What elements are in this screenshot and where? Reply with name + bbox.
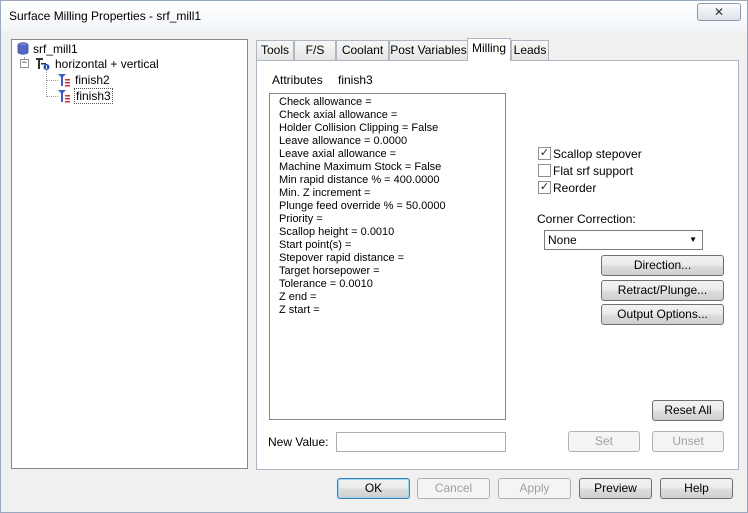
tree-item-finish3[interactable]: finish3 <box>57 87 113 104</box>
tree-group-label: horizontal + vertical <box>55 56 159 71</box>
operation-tree[interactable]: srf_mill1 − horizontal + vertical finish… <box>11 39 248 469</box>
attribute-line[interactable]: Z start = <box>279 304 505 317</box>
apply-button[interactable]: Apply <box>498 478 571 499</box>
checkbox-label: Scallop stepover <box>553 147 642 161</box>
tree-connector <box>46 70 47 97</box>
surface-mill-operation-icon <box>58 73 70 87</box>
new-value-input[interactable] <box>336 432 506 452</box>
unset-button[interactable]: Unset <box>652 431 724 452</box>
window-title: Surface Milling Properties - srf_mill1 <box>9 9 202 23</box>
attribute-line[interactable]: Plunge feed override % = 50.0000 <box>279 200 505 213</box>
checkmark-icon[interactable]: ✓ <box>538 181 551 195</box>
tree-item-finish2[interactable]: finish2 <box>57 71 110 87</box>
tree-finish3-label: finish3 <box>74 87 113 104</box>
attribute-line[interactable]: Holder Collision Clipping = False <box>279 122 505 135</box>
tab-tools[interactable]: Tools <box>256 40 294 60</box>
attribute-line[interactable]: Check allowance = <box>279 96 505 109</box>
attribute-line[interactable]: Priority = <box>279 213 505 226</box>
corner-correction-select[interactable]: None ▼ <box>544 230 703 250</box>
tab-leads[interactable]: Leads <box>511 40 549 60</box>
direction-button[interactable]: Direction... <box>601 255 724 276</box>
operation-group-icon <box>36 57 50 70</box>
attribute-line[interactable]: Tolerance = 0.0010 <box>279 278 505 291</box>
surface-mill-operation-icon <box>58 89 70 103</box>
attribute-line[interactable]: Stepover rapid distance = <box>279 252 505 265</box>
properties-window: Surface Milling Properties - srf_mill1 ✕… <box>0 0 748 513</box>
attribute-line[interactable]: Min. Z increment = <box>279 187 505 200</box>
checkbox-label: Reorder <box>553 181 597 195</box>
attribute-line[interactable]: Leave allowance = 0.0000 <box>279 135 505 148</box>
set-button[interactable]: Set <box>568 431 640 452</box>
tab-milling[interactable]: Milling <box>467 38 511 61</box>
tree-finish2-label: finish2 <box>75 72 110 87</box>
attribute-line[interactable]: Target horsepower = <box>279 265 505 278</box>
chevron-down-icon: ▼ <box>689 235 697 244</box>
corner-correction-label: Corner Correction: <box>537 212 636 226</box>
scallop-stepover-checkbox[interactable]: ✓ Scallop stepover <box>538 146 642 162</box>
new-value-label: New Value: <box>268 435 329 449</box>
attribute-line[interactable]: Z end = <box>279 291 505 304</box>
cancel-button[interactable]: Cancel <box>417 478 490 499</box>
checkmark-icon[interactable]: ✓ <box>538 147 551 161</box>
checkbox-label: Flat srf support <box>553 164 634 178</box>
checkbox-box[interactable] <box>538 164 551 178</box>
help-button[interactable]: Help <box>660 478 733 499</box>
database-icon <box>17 42 29 55</box>
close-button[interactable]: ✕ <box>697 3 741 21</box>
tab-feeds-speeds[interactable]: F/S <box>294 40 336 60</box>
attribute-line[interactable]: Start point(s) = <box>279 239 505 252</box>
tree-root-label: srf_mill1 <box>33 41 78 56</box>
reorder-checkbox[interactable]: ✓ Reorder <box>538 180 596 196</box>
tree-item-group[interactable]: horizontal + vertical <box>35 55 159 71</box>
preview-button[interactable]: Preview <box>579 478 652 499</box>
attribute-line[interactable]: Check axial allowance = <box>279 109 505 122</box>
tree-item-root[interactable]: srf_mill1 <box>17 40 78 56</box>
attribute-line[interactable]: Min rapid distance % = 400.0000 <box>279 174 505 187</box>
title-bar[interactable]: Surface Milling Properties - srf_mill1 ✕ <box>1 1 747 31</box>
attributes-list[interactable]: Check allowance = Check axial allowance =… <box>269 93 506 420</box>
attribute-line[interactable]: Scallop height = 0.0010 <box>279 226 505 239</box>
tab-post-variables[interactable]: Post Variables <box>389 40 468 60</box>
output-options-button[interactable]: Output Options... <box>601 304 724 325</box>
attributes-label: Attributes <box>272 73 323 87</box>
collapse-icon[interactable]: − <box>20 59 29 68</box>
tab-coolant[interactable]: Coolant <box>336 40 389 60</box>
attribute-line[interactable]: Machine Maximum Stock = False <box>279 161 505 174</box>
attribute-line[interactable]: Leave axial allowance = <box>279 148 505 161</box>
retract-plunge-button[interactable]: Retract/Plunge... <box>601 280 724 301</box>
selected-operation-label: finish3 <box>338 73 373 87</box>
flat-srf-support-checkbox[interactable]: Flat srf support <box>538 163 633 179</box>
corner-correction-value: None <box>548 233 577 247</box>
ok-button[interactable]: OK <box>337 478 410 499</box>
reset-all-button[interactable]: Reset All <box>652 400 724 421</box>
